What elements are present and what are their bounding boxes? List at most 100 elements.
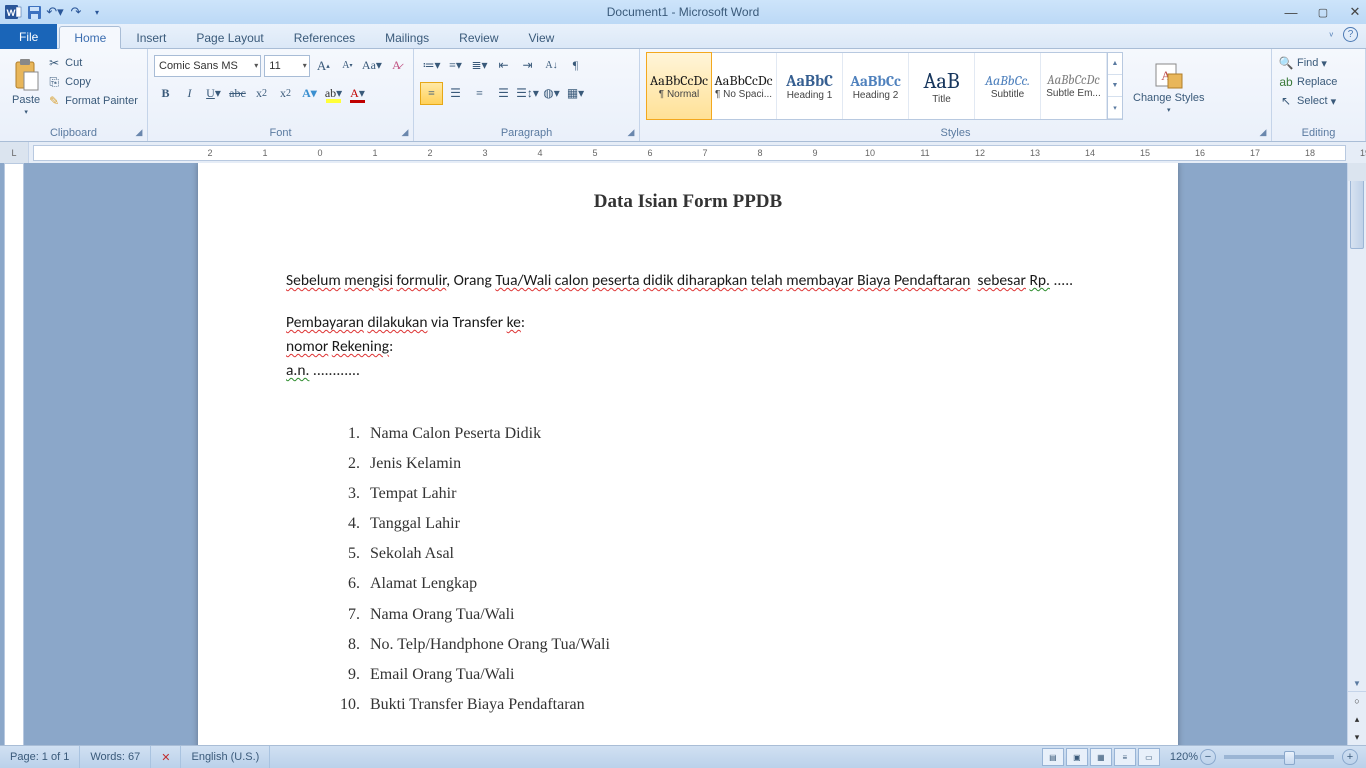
tab-page-layout[interactable]: Page Layout [181, 26, 278, 49]
view-print-layout[interactable]: ▤ [1042, 748, 1064, 766]
highlight-button[interactable]: ab▾ [322, 82, 345, 105]
decrease-indent-button[interactable]: ⇤ [492, 54, 515, 77]
view-full-screen[interactable]: ▣ [1066, 748, 1088, 766]
clipboard-dialog-launcher[interactable]: ◢ [133, 127, 145, 139]
tab-file[interactable]: File [0, 24, 57, 49]
style-title[interactable]: AaBTitle [909, 53, 975, 119]
save-icon[interactable] [25, 3, 43, 21]
style-normal[interactable]: AaBbCcDc¶ Normal [646, 52, 712, 120]
align-right-button[interactable]: ≡ [468, 82, 491, 105]
brush-icon: ✎ [46, 93, 62, 109]
text-effects-button[interactable]: A▾ [298, 82, 321, 105]
redo-icon[interactable]: ↷ [67, 3, 85, 21]
cut-button[interactable]: ✂Cut [46, 55, 138, 71]
style-no-spacing[interactable]: AaBbCcDc¶ No Spaci... [711, 53, 777, 119]
style-subtitle[interactable]: AaBbCc.Subtitle [975, 53, 1041, 119]
increase-indent-button[interactable]: ⇥ [516, 54, 539, 77]
group-clipboard: Paste▾ ✂Cut ⎘Copy ✎Format Painter Clipbo… [0, 49, 148, 141]
tab-insert[interactable]: Insert [121, 26, 181, 49]
status-language[interactable]: English (U.S.) [181, 746, 270, 768]
grow-font-button[interactable]: A▴ [313, 54, 334, 77]
paragraph-dialog-launcher[interactable]: ◢ [625, 127, 637, 139]
document-area: Data Isian Form PPDB Sebelum mengisi for… [0, 163, 1366, 746]
scroll-down-icon[interactable]: ▼ [1348, 676, 1366, 690]
line-spacing-button[interactable]: ☰↕▾ [516, 82, 539, 105]
superscript-button[interactable]: x2 [274, 82, 297, 105]
list-item: 3.Tempat Lahir [328, 479, 1090, 509]
bullets-button[interactable]: ≔▾ [420, 54, 443, 77]
underline-button[interactable]: U▾ [202, 82, 225, 105]
change-case-button[interactable]: Aa▾ [361, 54, 383, 77]
font-color-button[interactable]: A▾ [346, 82, 369, 105]
tab-references[interactable]: References [279, 26, 370, 49]
style-subtle-em[interactable]: AaBbCcDcSubtle Em... [1041, 53, 1107, 119]
replace-button[interactable]: abReplace [1278, 74, 1359, 90]
gallery-scroll[interactable]: ▲▼▾ [1107, 53, 1122, 119]
undo-icon[interactable]: ↶▾ [46, 3, 64, 21]
vertical-ruler[interactable] [4, 163, 24, 746]
status-page[interactable]: Page: 1 of 1 [0, 746, 80, 768]
paste-button[interactable]: Paste▾ [6, 52, 46, 122]
clear-format-button[interactable]: A̷ [386, 54, 407, 77]
tab-home[interactable]: Home [59, 26, 121, 49]
shrink-font-button[interactable]: A▾ [337, 54, 358, 77]
copy-button[interactable]: ⎘Copy [46, 74, 138, 90]
select-button[interactable]: ↖Select ▾ [1278, 93, 1359, 109]
zoom-in-button[interactable]: + [1342, 749, 1358, 765]
align-center-button[interactable]: ☰ [444, 82, 467, 105]
status-words[interactable]: Words: 67 [80, 746, 151, 768]
ribbon-minimize-icon[interactable]: ᵥ [1329, 27, 1333, 42]
font-dialog-launcher[interactable]: ◢ [399, 127, 411, 139]
list-item: 2.Jenis Kelamin [328, 449, 1090, 479]
zoom-slider[interactable] [1224, 755, 1334, 759]
numbering-button[interactable]: ≡▾ [444, 54, 467, 77]
font-name-combo[interactable]: Comic Sans MS [154, 55, 261, 77]
italic-button[interactable]: I [178, 82, 201, 105]
bold-button[interactable]: B [154, 82, 177, 105]
font-size-combo[interactable]: 11 [264, 55, 309, 77]
show-marks-button[interactable]: ¶ [564, 54, 587, 77]
multilevel-button[interactable]: ≣▾ [468, 54, 491, 77]
list-item: 6.Alamat Lengkap [328, 569, 1090, 599]
list-item: 1.Nama Calon Peserta Didik [328, 419, 1090, 449]
view-draft[interactable]: ▭ [1138, 748, 1160, 766]
change-styles-button[interactable]: A Change Styles▾ [1127, 52, 1211, 122]
view-web[interactable]: ▦ [1090, 748, 1112, 766]
status-proof[interactable]: ✕ [151, 746, 181, 768]
format-painter-button[interactable]: ✎Format Painter [46, 93, 138, 109]
word-icon[interactable]: W [4, 3, 22, 21]
help-icon[interactable]: ? [1343, 27, 1358, 42]
strike-button[interactable]: abc [226, 82, 249, 105]
prev-page-icon[interactable]: ▴ [1348, 710, 1366, 728]
justify-button[interactable]: ☰ [492, 82, 515, 105]
qat-customize-icon[interactable]: ▾ [88, 3, 106, 21]
style-heading1[interactable]: AaBbCHeading 1 [777, 53, 843, 119]
close-icon[interactable]: ✕ [1348, 4, 1362, 20]
doc-paragraph-3: nomor Rekening: [286, 335, 1090, 359]
ruler-toggle[interactable] [1348, 163, 1366, 181]
doc-paragraph-1: Sebelum mengisi formulir, Orang Tua/Wali… [286, 269, 1090, 293]
page[interactable]: Data Isian Form PPDB Sebelum mengisi for… [198, 163, 1178, 746]
scroll-thumb[interactable] [1350, 177, 1364, 249]
find-button[interactable]: 🔍Find ▾ [1278, 55, 1359, 71]
horizontal-ruler[interactable]: 21012345678910111213141516171819 [33, 145, 1346, 161]
zoom-level[interactable]: 120% [1170, 751, 1198, 763]
view-outline[interactable]: ≡ [1114, 748, 1136, 766]
zoom-out-button[interactable]: − [1200, 749, 1216, 765]
styles-dialog-launcher[interactable]: ◢ [1257, 127, 1269, 139]
minimize-icon[interactable]: — [1284, 5, 1298, 20]
next-page-icon[interactable]: ▾ [1348, 728, 1366, 746]
tab-review[interactable]: Review [444, 26, 513, 49]
maximize-icon[interactable]: ▢ [1316, 6, 1330, 19]
subscript-button[interactable]: x2 [250, 82, 273, 105]
vertical-scrollbar[interactable]: ▲ ▼ ○ ▴ ▾ [1347, 163, 1366, 746]
shading-button[interactable]: ◍▾ [540, 82, 563, 105]
tab-mailings[interactable]: Mailings [370, 26, 444, 49]
borders-button[interactable]: ▦▾ [564, 82, 587, 105]
align-left-button[interactable]: ≡ [420, 82, 443, 105]
style-heading2[interactable]: AaBbCcHeading 2 [843, 53, 909, 119]
sort-button[interactable]: A↓ [540, 54, 563, 77]
group-editing: 🔍Find ▾ abReplace ↖Select ▾ Editing [1272, 49, 1366, 141]
tab-view[interactable]: View [514, 26, 570, 49]
doc-heading: Data Isian Form PPDB [286, 191, 1090, 213]
